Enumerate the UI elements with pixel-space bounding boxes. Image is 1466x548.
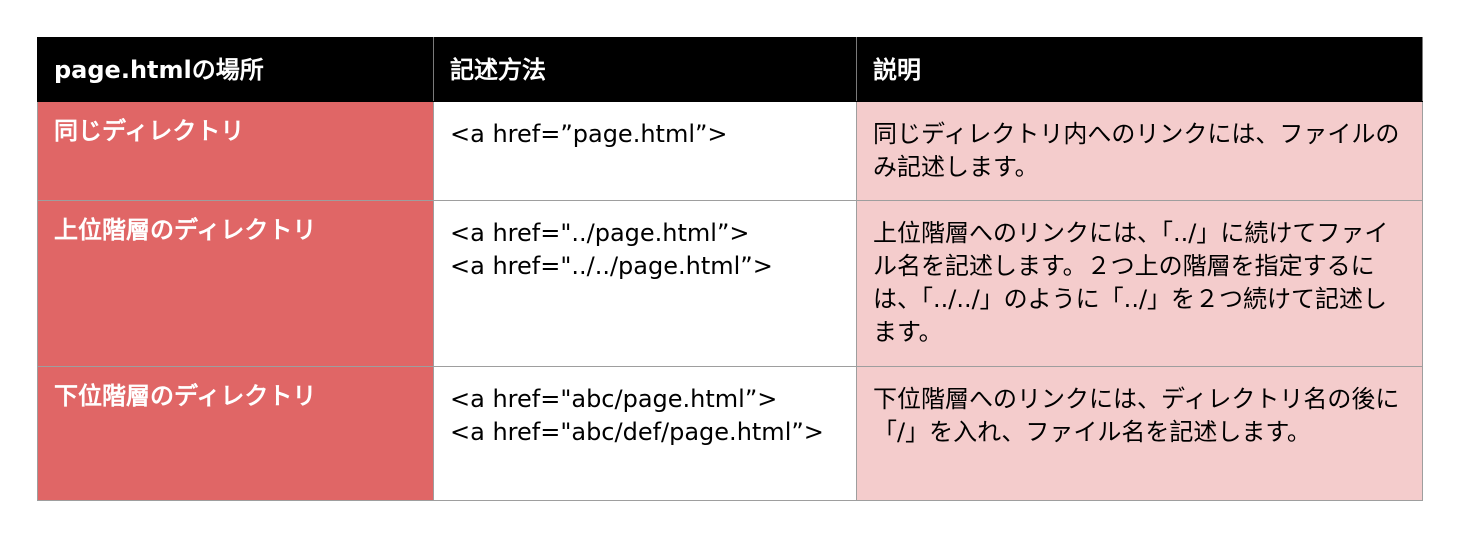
table-row: 下位階層のディレクトリ <a href="abc/page.html”> <a … [37,366,1423,501]
code-line: <a href=”page.html”> [450,120,728,148]
description-cell: 同じディレクトリ内へのリンクには、ファイルのみ記述します。 [856,101,1423,201]
header-description: 説明 [856,37,1423,102]
code-cell: <a href=”page.html”> [433,101,857,201]
code-cell: <a href="abc/page.html”> <a href="abc/de… [433,366,857,501]
header-syntax: 記述方法 [433,37,857,102]
table-row: 同じディレクトリ <a href=”page.html”> 同じディレクトリ内へ… [37,101,1423,201]
table-row: 上位階層のディレクトリ <a href="../page.html”> <a h… [37,200,1423,367]
location-cell: 同じディレクトリ [37,101,434,201]
code-line: <a href="abc/def/page.html”> [450,418,824,446]
table-header-row: page.htmlの場所 記述方法 説明 [37,37,1423,102]
link-path-table: page.htmlの場所 記述方法 説明 同じディレクトリ <a href=”p… [37,37,1423,501]
description-cell: 上位階層へのリンクには、「../」に続けてファイル名を記述します。２つ上の階層を… [856,200,1423,367]
description-cell: 下位階層へのリンクには、ディレクトリ名の後に「/」を入れ、ファイル名を記述します… [856,366,1423,501]
location-cell: 上位階層のディレクトリ [37,200,434,367]
code-cell: <a href="../page.html”> <a href="../../p… [433,200,857,367]
code-line: <a href="../../page.html”> [450,252,773,280]
code-line: <a href="abc/page.html”> [450,385,778,413]
code-line: <a href="../page.html”> [450,219,750,247]
location-cell: 下位階層のディレクトリ [37,366,434,501]
header-location: page.htmlの場所 [37,37,434,102]
